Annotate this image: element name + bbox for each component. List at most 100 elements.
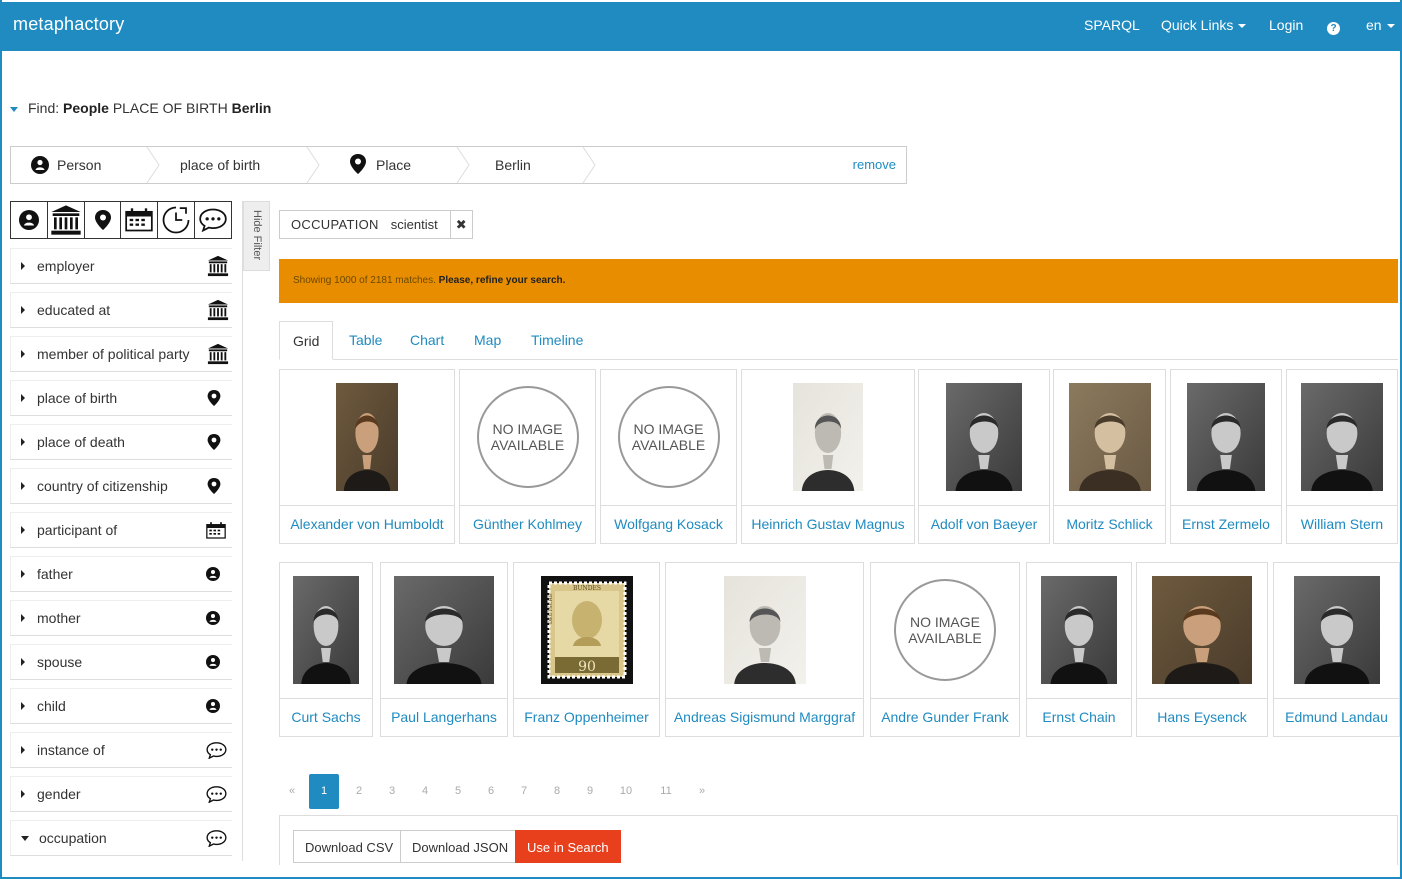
- brand-logo[interactable]: metaphactory: [13, 14, 124, 35]
- pagination-page[interactable]: 4: [410, 774, 440, 809]
- result-name-link[interactable]: Moritz Schlick: [1054, 505, 1165, 543]
- pagination-page[interactable]: 11: [648, 774, 684, 809]
- facet-mother[interactable]: mother: [10, 600, 232, 636]
- result-name-link[interactable]: Günther Kohlmey: [460, 505, 595, 543]
- result-card[interactable]: Alexander von Humboldt: [279, 369, 455, 544]
- facet-place-of-death[interactable]: place of death: [10, 424, 232, 460]
- calendar-icon: [206, 521, 232, 539]
- download-csv-button[interactable]: Download CSV: [293, 830, 406, 863]
- facet-father[interactable]: father: [10, 556, 232, 592]
- pagination-page[interactable]: 8: [542, 774, 572, 809]
- tab-timeline[interactable]: Timeline: [531, 321, 583, 360]
- facet-occupation[interactable]: occupation: [10, 820, 232, 856]
- result-name-link[interactable]: Heinrich Gustav Magnus: [742, 505, 914, 543]
- help-button[interactable]: ?: [1327, 18, 1340, 35]
- person-thumbnail: [381, 563, 507, 697]
- filter-tab-text[interactable]: [195, 202, 231, 238]
- result-name-link[interactable]: William Stern: [1287, 505, 1397, 543]
- tab-table[interactable]: Table: [349, 321, 382, 360]
- result-name-link[interactable]: Curt Sachs: [280, 698, 372, 736]
- result-card[interactable]: Paul Langerhans: [380, 562, 508, 737]
- person-icon: [31, 156, 49, 174]
- login-link[interactable]: Login: [1269, 17, 1303, 33]
- result-card[interactable]: Edmund Landau: [1273, 562, 1400, 737]
- tab-map[interactable]: Map: [474, 321, 501, 360]
- crumb-place[interactable]: Place: [348, 147, 411, 183]
- result-card[interactable]: Curt Sachs: [279, 562, 373, 737]
- result-name-link[interactable]: Paul Langerhans: [381, 698, 507, 736]
- pagination-next[interactable]: »: [692, 774, 712, 809]
- remove-filter-button[interactable]: ✖: [449, 211, 472, 238]
- tab-chart[interactable]: Chart: [410, 321, 444, 360]
- filter-tab-person[interactable]: [11, 202, 48, 238]
- caret-right-icon: [21, 746, 25, 754]
- facet-child[interactable]: child: [10, 688, 232, 724]
- filter-tab-time[interactable]: [158, 202, 196, 238]
- calendar-icon: [125, 208, 154, 232]
- pagination-page[interactable]: 9: [575, 774, 605, 809]
- result-card[interactable]: NO IMAGE AVAILABLE Wolfgang Kosack: [600, 369, 737, 544]
- result-card[interactable]: NO IMAGE AVAILABLE Andre Gunder Frank: [870, 562, 1020, 737]
- facet-spouse[interactable]: spouse: [10, 644, 232, 680]
- pagination-prev[interactable]: «: [282, 774, 302, 809]
- result-name-link[interactable]: Andreas Sigismund Marggraf: [666, 698, 863, 736]
- download-json-button[interactable]: Download JSON: [400, 830, 521, 863]
- facet-member-of-political-party[interactable]: member of political party: [10, 336, 232, 372]
- remove-query-link[interactable]: remove: [853, 147, 896, 183]
- pagination-page[interactable]: 2: [344, 774, 374, 809]
- result-card[interactable]: Adolf von Baeyer: [918, 369, 1050, 544]
- panel-divider: [242, 201, 243, 861]
- result-card[interactable]: Moritz Schlick: [1053, 369, 1166, 544]
- pagination-page[interactable]: 7: [509, 774, 539, 809]
- filter-tab-place[interactable]: [85, 202, 122, 238]
- result-card[interactable]: Ernst Zermelo: [1170, 369, 1282, 544]
- filter-tab-institution[interactable]: [48, 202, 85, 238]
- no-image-label: NO IMAGE AVAILABLE: [894, 579, 996, 681]
- institution-icon: [51, 205, 81, 235]
- language-menu[interactable]: en: [1366, 17, 1395, 33]
- sparql-link[interactable]: SPARQL: [1084, 17, 1140, 33]
- pagination-page[interactable]: 10: [608, 774, 644, 809]
- pagination-page[interactable]: 1: [309, 774, 339, 809]
- tab-grid[interactable]: Grid: [279, 321, 334, 360]
- crumb-value[interactable]: Berlin: [495, 147, 531, 183]
- result-card[interactable]: Ernst Chain: [1026, 562, 1132, 737]
- filter-tab-event[interactable]: [121, 202, 159, 238]
- crumb-relation[interactable]: place of birth: [180, 147, 260, 183]
- facet-place-of-birth[interactable]: place of birth: [10, 380, 232, 416]
- facet-country-of-citizenship[interactable]: country of citizenship: [10, 468, 232, 504]
- find-summary[interactable]: Find: People PLACE OF BIRTH Berlin: [10, 100, 271, 116]
- result-name-link[interactable]: Ernst Zermelo: [1171, 505, 1281, 543]
- hide-filter-toggle[interactable]: Hide Filter: [243, 201, 270, 271]
- facet-label: employer: [37, 258, 95, 274]
- facet-educated-at[interactable]: educated at: [10, 292, 232, 328]
- caret-down-icon: [21, 835, 29, 841]
- result-name-link[interactable]: Ernst Chain: [1027, 698, 1131, 736]
- pagination-page[interactable]: 5: [443, 774, 473, 809]
- quick-links-label: Quick Links: [1161, 17, 1234, 33]
- pagination-page[interactable]: 6: [476, 774, 506, 809]
- result-name-link[interactable]: Adolf von Baeyer: [919, 505, 1049, 543]
- pagination-page[interactable]: 3: [377, 774, 407, 809]
- facet-employer[interactable]: employer: [10, 248, 232, 284]
- result-card[interactable]: Andreas Sigismund Marggraf: [665, 562, 864, 737]
- result-name-link[interactable]: Alexander von Humboldt: [280, 505, 454, 543]
- result-card[interactable]: NO IMAGE AVAILABLE Günther Kohlmey: [459, 369, 596, 544]
- caret-right-icon: [21, 570, 25, 578]
- result-name-link[interactable]: Franz Oppenheimer: [514, 698, 659, 736]
- result-name-link[interactable]: Andre Gunder Frank: [871, 698, 1019, 736]
- crumb-person[interactable]: Person: [31, 147, 101, 183]
- result-name-link[interactable]: Edmund Landau: [1274, 698, 1399, 736]
- facet-instance-of[interactable]: instance of: [10, 732, 232, 768]
- quick-links-menu[interactable]: Quick Links: [1161, 17, 1247, 33]
- facet-gender[interactable]: gender: [10, 776, 232, 812]
- use-in-search-button[interactable]: Use in Search: [515, 830, 621, 863]
- result-card[interactable]: Heinrich Gustav Magnus: [741, 369, 915, 544]
- result-name-link[interactable]: Wolfgang Kosack: [601, 505, 736, 543]
- result-card[interactable]: William Stern: [1286, 369, 1398, 544]
- help-icon: ?: [1327, 22, 1340, 35]
- facet-participant-of[interactable]: participant of: [10, 512, 232, 548]
- result-card[interactable]: BUNDES DEUTSCHE 90 Franz Oppenheimer: [513, 562, 660, 737]
- result-name-link[interactable]: Hans Eysenck: [1137, 698, 1267, 736]
- result-card[interactable]: Hans Eysenck: [1136, 562, 1268, 737]
